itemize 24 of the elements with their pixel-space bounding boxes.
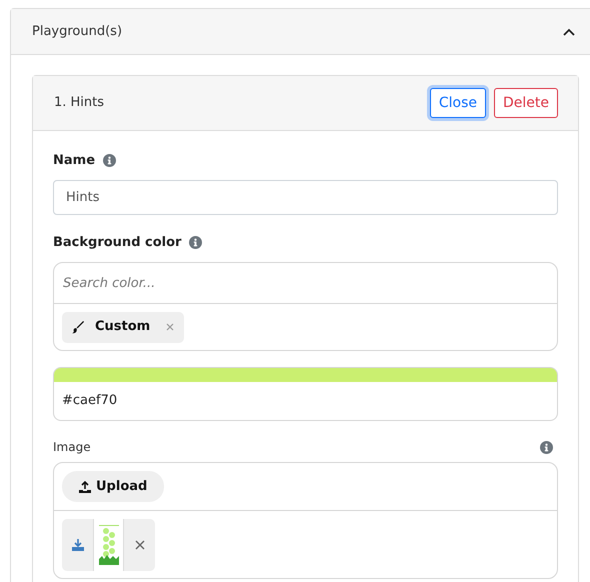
remove-tag-icon[interactable] <box>166 323 174 331</box>
color-picker[interactable]: Search color... Custom <box>53 262 558 351</box>
upload-button[interactable]: Upload <box>62 471 164 502</box>
panel-title: Playground(s) <box>32 22 124 41</box>
color-hex-value: #caef70 <box>62 392 118 410</box>
remove-image-icon[interactable] <box>134 540 144 550</box>
field-label: Image <box>53 439 91 456</box>
delete-button[interactable]: Delete <box>494 88 558 118</box>
upload-icon <box>79 480 91 492</box>
field-label: Background color <box>53 234 182 252</box>
info-icon[interactable] <box>189 236 202 249</box>
download-icon[interactable] <box>72 538 84 550</box>
chevron-up-icon[interactable] <box>563 28 575 36</box>
card-title: 1. Hints <box>54 94 106 112</box>
custom-tag[interactable]: Custom <box>62 312 184 342</box>
field-label: Name <box>53 152 96 170</box>
info-icon[interactable] <box>540 440 553 454</box>
brush-icon <box>72 320 85 334</box>
info-icon[interactable] <box>103 154 116 168</box>
close-button[interactable]: Close <box>430 88 486 118</box>
name-field[interactable]: Hints <box>53 180 558 214</box>
search-field[interactable]: Search color... <box>54 263 557 304</box>
panel-header[interactable]: Playground(s) <box>11 9 590 55</box>
tag-label: Custom <box>95 318 150 336</box>
